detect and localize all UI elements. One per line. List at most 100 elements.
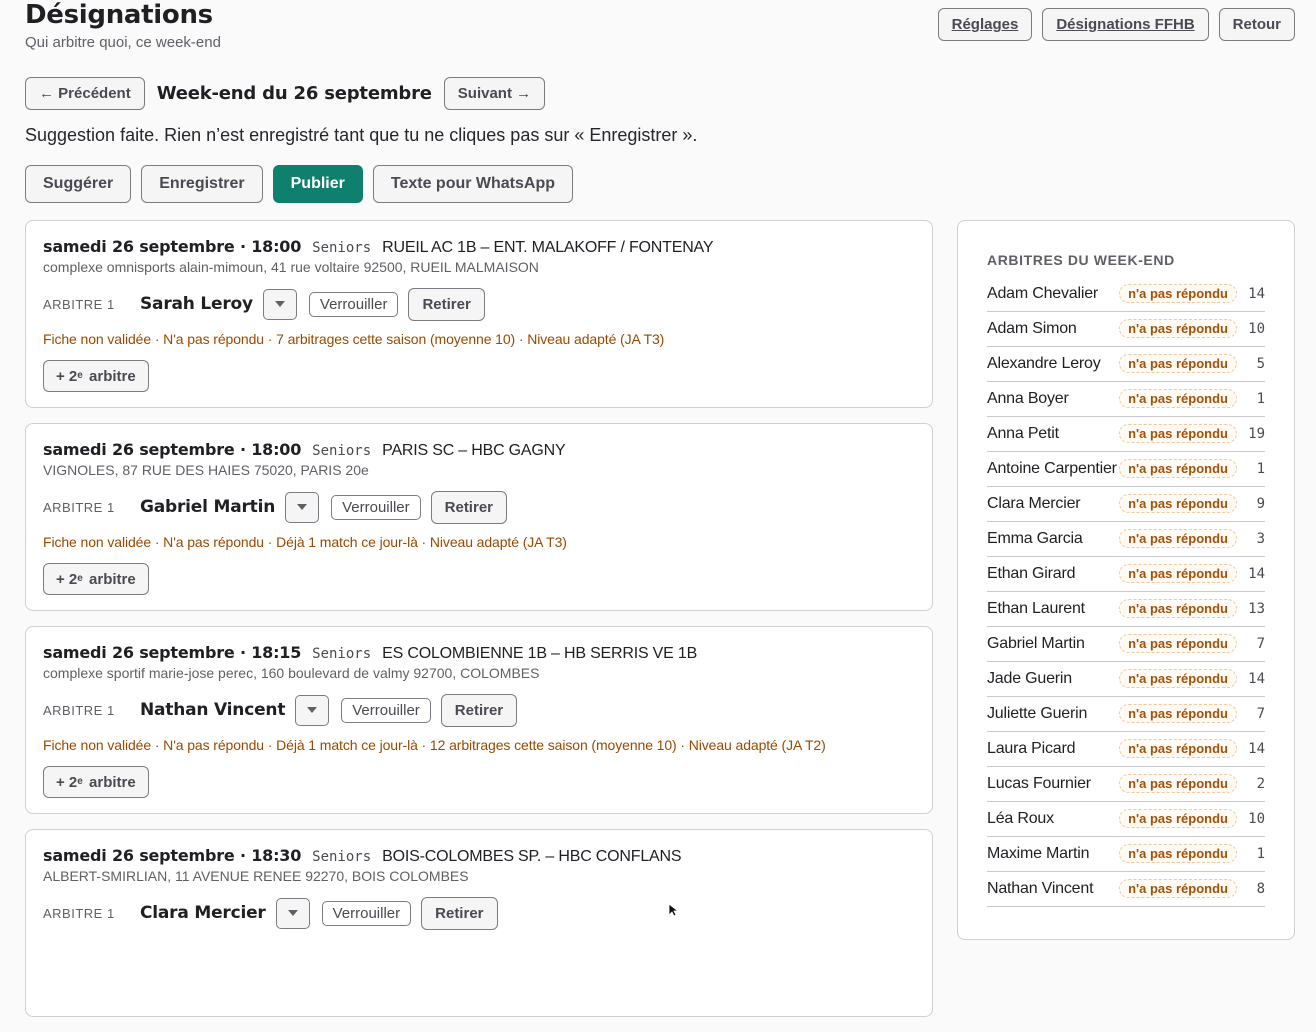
- referee-match-count: 14: [1248, 740, 1265, 757]
- referee-match-count: 13: [1248, 600, 1265, 617]
- referee-list-item[interactable]: Laura Picard n'a pas répondu 14: [987, 732, 1265, 767]
- referee-list-item[interactable]: Adam Chevalier n'a pas répondu 14: [987, 277, 1265, 312]
- add-ref-suffix: arbitre: [89, 367, 136, 385]
- referee-list-item[interactable]: Antoine Carpentier n'a pas répondu 1: [987, 452, 1265, 487]
- no-response-badge: n'a pas répondu: [1119, 424, 1237, 443]
- referee-list-name: Adam Simon: [987, 320, 1077, 337]
- referee-list-meta: n'a pas répondu 1: [1119, 389, 1265, 408]
- referee-match-count: 8: [1256, 880, 1265, 897]
- lock-button[interactable]: Verrouiller: [308, 291, 399, 317]
- referee-list-item[interactable]: Lucas Fournier n'a pas répondu 2: [987, 767, 1265, 802]
- referee-row: ARBITRE 1 Gabriel Martin Verrouiller Ret…: [43, 490, 915, 524]
- referee-list-item[interactable]: Nathan Vincent n'a pas répondu 8: [987, 872, 1265, 907]
- weekend-referees-panel: ARBITRES DU WEEK-END Adam Chevalier n'a p…: [957, 220, 1295, 940]
- ffhb-designations-button[interactable]: Désignations FFHB: [1042, 8, 1209, 41]
- referee-list-name: Jade Guerin: [987, 670, 1072, 687]
- lock-button[interactable]: Verrouiller: [341, 697, 431, 723]
- referee-match-count: 14: [1248, 285, 1265, 302]
- referee-list-item[interactable]: Alexandre Leroy n'a pas répondu 5: [987, 347, 1265, 382]
- referee-dropdown[interactable]: [285, 491, 320, 523]
- no-response-badge: n'a pas répondu: [1119, 739, 1237, 758]
- referee-list-item[interactable]: Léa Roux n'a pas répondu 10: [987, 802, 1265, 837]
- referee-list-name: Lucas Fournier: [987, 775, 1091, 792]
- match-venue: complexe omnisports alain-mimoun, 41 rue…: [43, 259, 539, 275]
- referee-match-count: 19: [1248, 425, 1265, 442]
- referee-list-item[interactable]: Anna Petit n'a pas répondu 19: [987, 417, 1265, 452]
- referee-list-meta: n'a pas répondu 7: [1119, 704, 1265, 723]
- referee-list-name: Antoine Carpentier: [987, 460, 1117, 477]
- mouse-cursor-icon: [668, 904, 680, 916]
- referee-list-meta: n'a pas répondu 2: [1119, 774, 1265, 793]
- action-bar: Suggérer Enregistrer Publier Texte pour …: [25, 165, 574, 203]
- referee-list-item[interactable]: Juliette Guerin n'a pas répondu 7: [987, 697, 1265, 732]
- match-card: samedi 26 septembre · 18:00 Seniors RUEI…: [25, 220, 933, 408]
- referee-list-name: Nathan Vincent: [987, 880, 1094, 897]
- match-teams: ES COLOMBIENNE 1B – HB SERRIS VE 1B: [382, 645, 698, 662]
- referee-dropdown[interactable]: [262, 288, 297, 320]
- referee-list-name: Anna Boyer: [987, 390, 1069, 407]
- referee-row: ARBITRE 1 Clara Mercier Verrouiller Reti…: [43, 896, 915, 930]
- referee-list-item[interactable]: Jade Guerin n'a pas répondu 14: [987, 662, 1265, 697]
- settings-button[interactable]: Réglages: [937, 8, 1033, 41]
- referee-list-item[interactable]: Anna Boyer n'a pas répondu 1: [987, 382, 1265, 417]
- referee-dropdown[interactable]: [275, 897, 310, 929]
- referee-list-item[interactable]: Ethan Laurent n'a pas répondu 13: [987, 592, 1265, 627]
- referee-slot-label: ARBITRE 1: [43, 499, 115, 515]
- referee-dropdown[interactable]: [295, 694, 330, 726]
- referee-list-meta: n'a pas répondu 1: [1119, 844, 1265, 863]
- match-venue: complexe sportif marie-jose perec, 160 b…: [43, 665, 540, 681]
- referee-match-count: 14: [1248, 670, 1265, 687]
- referee-list-meta: n'a pas répondu 19: [1119, 424, 1265, 443]
- referee-match-count: 5: [1256, 355, 1265, 372]
- suggest-button[interactable]: Suggérer: [25, 165, 132, 203]
- no-response-badge: n'a pas répondu: [1119, 704, 1237, 723]
- referee-list-name: Clara Mercier: [987, 495, 1081, 512]
- chevron-down-icon: [287, 910, 298, 916]
- referee-match-count: 1: [1256, 845, 1265, 862]
- previous-week-button[interactable]: ← Précédent: [25, 77, 145, 110]
- referee-list-meta: n'a pas répondu 14: [1119, 564, 1265, 583]
- referee-list-meta: n'a pas répondu 13: [1119, 599, 1265, 618]
- back-button[interactable]: Retour: [1218, 8, 1295, 41]
- remove-button[interactable]: Retirer: [440, 693, 518, 727]
- remove-button[interactable]: Retirer: [408, 287, 485, 321]
- referee-list-name: Anna Petit: [987, 425, 1059, 442]
- chevron-down-icon: [307, 707, 318, 713]
- referee-list-item[interactable]: Gabriel Martin n'a pas répondu 7: [987, 627, 1265, 662]
- referee-list-item[interactable]: Adam Simon n'a pas répondu 10: [987, 312, 1265, 347]
- no-response-badge: n'a pas répondu: [1119, 634, 1237, 653]
- no-response-badge: n'a pas répondu: [1119, 564, 1237, 583]
- remove-button[interactable]: Retirer: [421, 896, 498, 930]
- add-second-referee-button[interactable]: + 2e arbitre: [43, 563, 149, 595]
- publish-button[interactable]: Publier: [272, 165, 363, 203]
- save-button[interactable]: Enregistrer: [141, 165, 263, 203]
- referee-list-item[interactable]: Maxime Martin n'a pas répondu 1: [987, 837, 1265, 872]
- ffhb-designations-button-label: Désignations FFHB: [1056, 16, 1195, 33]
- referee-list-item[interactable]: Clara Mercier n'a pas répondu 9: [987, 487, 1265, 522]
- referee-match-count: 2: [1256, 775, 1265, 792]
- referee-name: Clara Mercier: [140, 903, 266, 923]
- no-response-badge: n'a pas répondu: [1119, 599, 1237, 618]
- referee-list-name: Léa Roux: [987, 810, 1054, 827]
- add-second-referee-button[interactable]: + 2e arbitre: [43, 766, 149, 798]
- remove-button[interactable]: Retirer: [430, 490, 507, 524]
- no-response-badge: n'a pas répondu: [1119, 389, 1237, 408]
- referee-list-name: Alexandre Leroy: [987, 355, 1101, 372]
- next-week-button[interactable]: Suivant →: [443, 77, 546, 110]
- whatsapp-text-button[interactable]: Texte pour WhatsApp: [372, 165, 574, 203]
- referee-list-name: Maxime Martin: [987, 845, 1090, 862]
- week-navigation: ← Précédent Week-end du 26 septembre Sui…: [25, 77, 546, 110]
- lock-button[interactable]: Verrouiller: [321, 900, 412, 926]
- referee-list-meta: n'a pas répondu 5: [1119, 354, 1265, 373]
- add-second-referee-button[interactable]: + 2e arbitre: [43, 360, 149, 392]
- referee-list-meta: n'a pas répondu 7: [1119, 634, 1265, 653]
- referee-list-item[interactable]: Emma Garcia n'a pas répondu 3: [987, 522, 1265, 557]
- referee-list-item[interactable]: Ethan Girard n'a pas répondu 14: [987, 557, 1265, 592]
- referee-list-meta: n'a pas répondu 14: [1119, 284, 1265, 303]
- referee-list-meta: n'a pas répondu 10: [1119, 319, 1265, 338]
- no-response-badge: n'a pas répondu: [1119, 494, 1237, 513]
- lock-button[interactable]: Verrouiller: [331, 494, 421, 520]
- referee-list-name: Laura Picard: [987, 740, 1076, 757]
- sidebar-title: ARBITRES DU WEEK-END: [987, 252, 1175, 268]
- referee-list-meta: n'a pas répondu 14: [1119, 739, 1265, 758]
